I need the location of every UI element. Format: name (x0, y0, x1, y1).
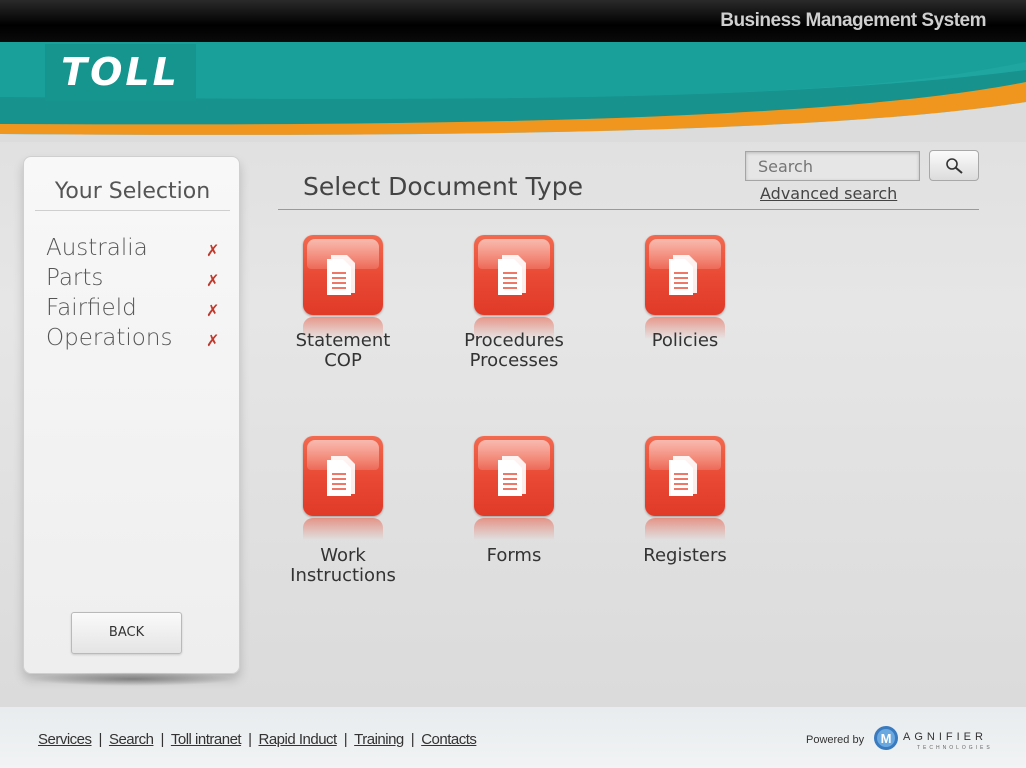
remove-icon[interactable]: ✗ (206, 241, 222, 260)
doc-type-registers[interactable]: Registers (620, 436, 750, 606)
footer-link-services[interactable]: Services (38, 731, 92, 748)
document-icon (303, 436, 383, 516)
remove-icon[interactable]: ✗ (206, 271, 222, 290)
footer-link-rapid-induct[interactable]: Rapid Induct (259, 731, 338, 748)
footer-link-toll-intranet[interactable]: Toll intranet (171, 731, 242, 748)
remove-icon[interactable]: ✗ (206, 301, 222, 320)
search-button[interactable] (929, 150, 979, 181)
doc-type-procedures-processes[interactable]: Procedures Processes (449, 235, 579, 405)
selection-item-fairfield: Fairfield ✗ (46, 295, 226, 325)
agnifier-logo-icon: M (874, 726, 898, 750)
top-bar: Business Management System (0, 0, 1026, 42)
page-title: Select Document Type (303, 172, 583, 201)
doc-type-statement-cop[interactable]: Statement COP (278, 235, 408, 405)
footer-link-search[interactable]: Search (109, 731, 154, 748)
remove-icon[interactable]: ✗ (206, 331, 222, 350)
document-icon (303, 235, 383, 315)
doc-type-label: Statement COP (295, 330, 391, 371)
panel-divider (35, 210, 230, 211)
selection-item-label: Fairfield (46, 295, 137, 321)
selection-item-australia: Australia ✗ (46, 235, 226, 265)
app-title: Business Management System (720, 10, 986, 31)
footer-link-training[interactable]: Training (354, 731, 404, 748)
back-button[interactable]: BACK (71, 612, 182, 654)
doc-type-policies[interactable]: Policies (620, 235, 750, 405)
search-input[interactable] (745, 151, 920, 181)
document-icon (474, 436, 554, 516)
footer: Services | Search | Toll intranet | Rapid Indu… (0, 707, 1026, 768)
selection-panel: Your Selection Australia ✗ Parts ✗ Fairf… (23, 156, 240, 674)
advanced-search-link[interactable]: Advanced search (760, 184, 897, 203)
selection-item-parts: Parts ✗ (46, 265, 226, 295)
selection-item-operations: Operations ✗ (46, 325, 226, 355)
panel-shadow (30, 672, 235, 686)
document-icon (474, 235, 554, 315)
toll-logo[interactable]: TOLL (45, 44, 196, 101)
logo-text: TOLL (61, 50, 180, 94)
selection-item-label: Australia (46, 235, 148, 261)
document-icon (645, 235, 725, 315)
selection-title: Your Selection (54, 179, 211, 204)
selection-item-label: Parts (46, 265, 104, 291)
doc-type-work-instructions[interactable]: Work Instructions (278, 436, 408, 606)
selection-item-label: Operations (46, 325, 173, 351)
doc-type-label: Forms (486, 545, 542, 566)
agnifier-sub: TECHNOLOGIES (917, 745, 993, 751)
doc-type-label: Registers (643, 545, 727, 566)
doc-type-label: Work Instructions (290, 545, 396, 586)
document-icon (645, 436, 725, 516)
search-icon (946, 158, 963, 174)
svg-text:M: M (881, 731, 892, 746)
agnifier-brand: AGNIFIER (903, 731, 987, 743)
powered-by-label: Powered by (806, 734, 865, 746)
footer-link-contacts[interactable]: Contacts (421, 731, 477, 748)
doc-type-forms[interactable]: Forms (449, 436, 579, 606)
doc-type-label: Policies (651, 330, 719, 351)
doc-type-label: Procedures Processes (464, 330, 564, 371)
title-divider (278, 209, 979, 210)
footer-links: Services | Search | Toll intranet | Rapid Indu… (38, 731, 477, 748)
